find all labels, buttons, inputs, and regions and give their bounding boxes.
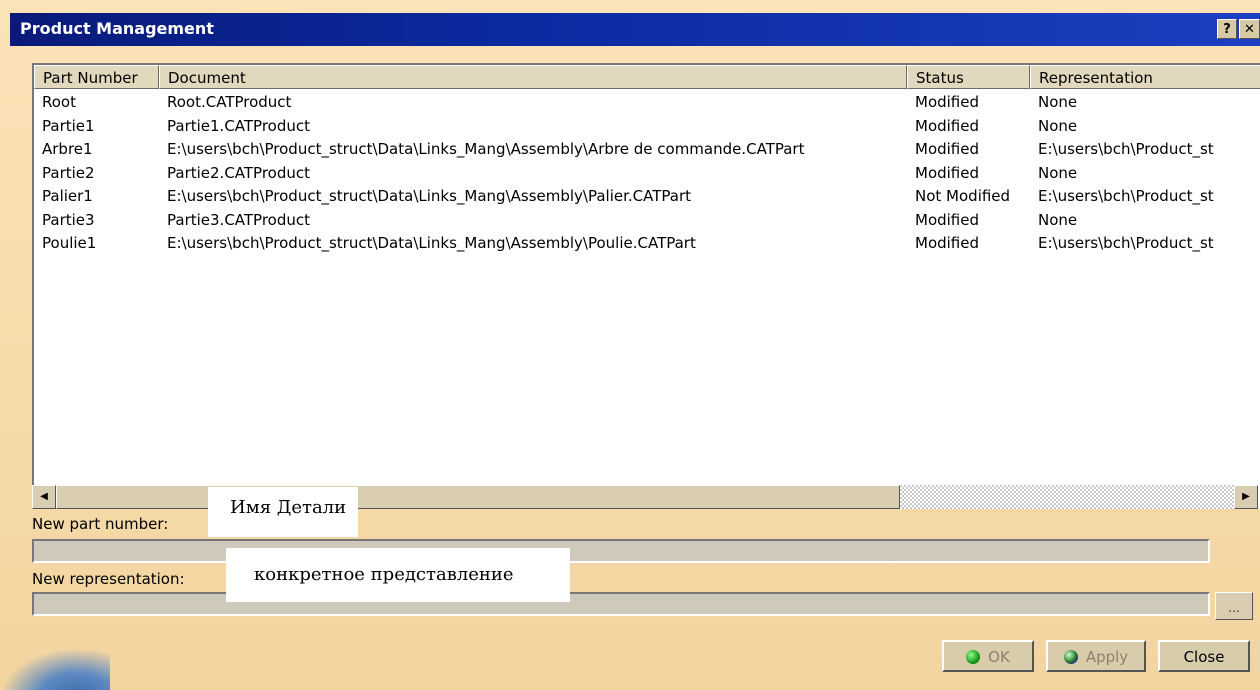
table-row[interactable]: Partie3 Partie3.CATProduct Modified None bbox=[34, 211, 1260, 235]
column-header-document[interactable]: Document bbox=[159, 65, 907, 89]
table-row[interactable]: Root Root.CATProduct Modified None bbox=[34, 93, 1260, 117]
cell-document: Partie3.CATProduct bbox=[167, 210, 311, 229]
new-part-number-field[interactable] bbox=[32, 539, 1210, 563]
cell-document: Partie1.CATProduct bbox=[167, 116, 311, 135]
product-list[interactable]: Part Number Document Status Representati… bbox=[32, 63, 1260, 509]
cell-part-number: Partie2 bbox=[42, 163, 95, 182]
browse-button[interactable]: ... bbox=[1215, 592, 1253, 620]
column-header-representation[interactable]: Representation bbox=[1030, 65, 1260, 89]
new-representation-label: New representation: bbox=[32, 570, 185, 588]
logo-swoosh-icon bbox=[0, 648, 110, 690]
scroll-left-icon[interactable]: ◀ bbox=[32, 485, 56, 509]
table-row[interactable]: Poulie1 E:\users\bch\Product_struct\Data… bbox=[34, 234, 1260, 258]
table-row[interactable]: Palier1 E:\users\bch\Product_struct\Data… bbox=[34, 187, 1260, 211]
new-part-number-label: New part number: bbox=[32, 515, 169, 533]
cell-status: Modified bbox=[915, 234, 980, 252]
cell-part-number: Partie1 bbox=[42, 116, 95, 135]
scrollbar-thumb[interactable] bbox=[56, 485, 900, 509]
close-button[interactable]: Close bbox=[1158, 640, 1250, 672]
cell-part-number: Root bbox=[42, 93, 76, 111]
cell-representation: E:\users\bch\Product_st bbox=[1038, 234, 1214, 252]
cell-representation: E:\users\bch\Product_st bbox=[1038, 187, 1214, 205]
cell-status: Not Modified bbox=[915, 187, 1011, 205]
help-button[interactable]: ? bbox=[1217, 19, 1237, 39]
ok-led-icon bbox=[966, 650, 981, 664]
cell-representation: None bbox=[1038, 116, 1078, 135]
cell-representation: None bbox=[1038, 210, 1078, 229]
annotation-part-name: Имя Детали bbox=[208, 487, 358, 537]
cell-document: Root.CATProduct bbox=[167, 93, 292, 111]
cell-representation: E:\users\bch\Product_st bbox=[1038, 140, 1214, 158]
cell-representation: None bbox=[1038, 93, 1078, 111]
cell-status: Modified bbox=[915, 210, 980, 229]
column-header-status[interactable]: Status bbox=[907, 65, 1030, 89]
table-row[interactable]: Arbre1 E:\users\bch\Product_struct\Data\… bbox=[34, 140, 1260, 164]
table-body: Root Root.CATProduct Modified None Parti… bbox=[34, 93, 1260, 258]
cell-representation: None bbox=[1038, 163, 1078, 182]
cell-part-number: Poulie1 bbox=[42, 234, 97, 252]
apply-button[interactable]: Apply bbox=[1046, 640, 1146, 672]
ok-button[interactable]: OK bbox=[942, 640, 1034, 672]
title-bar: Product Management ? ✕ bbox=[10, 13, 1260, 46]
annotation-specific-representation: конкретное представление bbox=[226, 548, 570, 602]
column-headers: Part Number Document Status Representati… bbox=[34, 65, 1260, 89]
close-button-label: Close bbox=[1183, 648, 1225, 666]
cell-status: Modified bbox=[915, 93, 980, 111]
table-row[interactable]: Partie2 Partie2.CATProduct Modified None bbox=[34, 164, 1260, 188]
product-management-dialog: Product Management ? ✕ Part Number Docum… bbox=[0, 0, 1260, 690]
table-row[interactable]: Partie1 Partie1.CATProduct Modified None bbox=[34, 117, 1260, 141]
close-window-button[interactable]: ✕ bbox=[1239, 19, 1260, 39]
cell-status: Modified bbox=[915, 163, 980, 182]
cell-document: E:\users\bch\Product_struct\Data\Links_M… bbox=[167, 234, 696, 252]
new-representation-field[interactable] bbox=[32, 592, 1210, 616]
cell-part-number: Palier1 bbox=[42, 187, 93, 205]
cell-status: Modified bbox=[915, 140, 980, 158]
window-title: Product Management bbox=[20, 19, 214, 38]
apply-led-icon bbox=[1063, 650, 1078, 664]
cell-status: Modified bbox=[915, 116, 980, 135]
scroll-right-icon[interactable]: ▶ bbox=[1234, 485, 1258, 509]
cell-document: E:\users\bch\Product_struct\Data\Links_M… bbox=[167, 140, 805, 158]
cell-part-number: Partie3 bbox=[42, 210, 95, 229]
cell-document: E:\users\bch\Product_struct\Data\Links_M… bbox=[167, 187, 692, 205]
cell-part-number: Arbre1 bbox=[42, 140, 93, 158]
cell-document: Partie2.CATProduct bbox=[167, 163, 311, 182]
ok-button-label: OK bbox=[988, 648, 1010, 666]
apply-button-label: Apply bbox=[1085, 648, 1129, 666]
column-header-part-number[interactable]: Part Number bbox=[34, 65, 159, 89]
